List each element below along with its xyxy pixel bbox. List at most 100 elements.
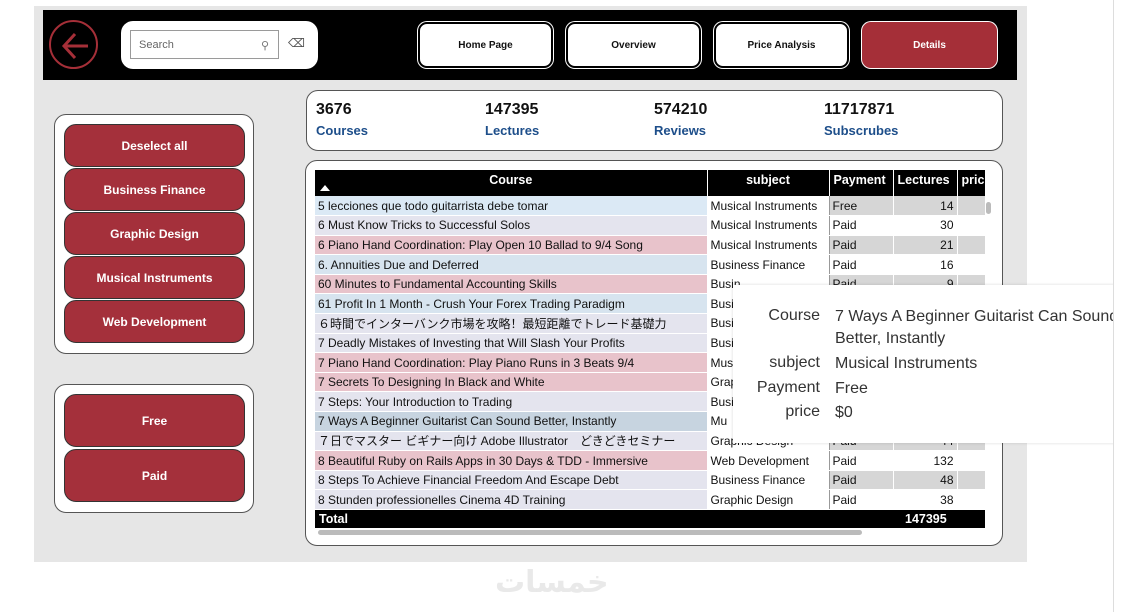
table-row[interactable]: 8 Beautiful Ruby on Rails Apps in 30 Day…: [315, 450, 985, 471]
kpi-label: Subscrubes: [824, 123, 899, 138]
table-total-row: Total 147395: [315, 510, 985, 528]
cell-course: 8 Stunden professionelles Cinema 4D Trai…: [315, 489, 708, 510]
cell-lectures: 132: [893, 450, 958, 471]
search-placeholder: Search: [139, 39, 174, 51]
filter-web-development-button[interactable]: Web Development: [64, 300, 245, 343]
cell-course: ６時間でインターバンク市場を攻略！最短距離でトレード基礎力: [315, 313, 708, 334]
column-header-course[interactable]: Course: [315, 170, 708, 196]
cell-subject: Musical Instruments: [707, 215, 830, 236]
cell-subject: Business Finance: [707, 470, 830, 491]
vertical-scrollbar[interactable]: [986, 202, 991, 214]
filter-label: Business Finance: [103, 182, 206, 197]
tooltip-value: Musical Instruments: [835, 355, 978, 372]
cell-course: 7 Deadly Mistakes of Investing that Will…: [315, 333, 708, 354]
filter-graphic-design-button[interactable]: Graphic Design: [64, 212, 245, 255]
cell-course: 60 Minutes to Fundamental Accounting Ski…: [315, 274, 708, 295]
cell-payment: Paid: [829, 450, 894, 471]
sort-ascending-icon[interactable]: [320, 185, 330, 191]
cell-subject: Business Finance: [707, 254, 830, 275]
column-header-payment[interactable]: Payment: [829, 170, 894, 196]
cell-course: 8 Steps To Achieve Financial Freedom And…: [315, 470, 708, 491]
cell-payment: Paid: [829, 215, 894, 236]
back-button[interactable]: [49, 20, 98, 69]
column-header-price[interactable]: pric: [957, 170, 985, 196]
column-header-lectures[interactable]: Lectures: [893, 170, 958, 196]
cell-course: 6 Piano Hand Coordination: Play Open 10 …: [315, 235, 708, 256]
cell-subject: Musical Instruments: [707, 235, 830, 256]
nav-details-button[interactable]: Details: [862, 22, 997, 68]
kpi-value: 574210: [654, 101, 708, 118]
cell-course: 5 lecciones que todo guitarrista debe to…: [315, 196, 708, 217]
kpi-label: Reviews: [654, 123, 707, 138]
table-row[interactable]: 5 lecciones que todo guitarrista debe to…: [315, 196, 985, 217]
nav-label: Home Page: [458, 39, 513, 51]
deselect-all-button[interactable]: Deselect all: [64, 124, 245, 167]
cell-payment: Paid: [829, 489, 894, 510]
search-icon[interactable]: ⚲: [261, 39, 269, 52]
cell-course: 6. Annuities Due and Deferred: [315, 254, 708, 275]
filter-label: Musical Instruments: [96, 270, 213, 285]
cell-course: 7 Piano Hand Coordination: Play Piano Ru…: [315, 352, 708, 373]
nav-label: Price Analysis: [747, 39, 816, 51]
cell-payment: Paid: [829, 470, 894, 491]
nav-label: Details: [913, 39, 946, 51]
tooltip-key: subject: [769, 354, 820, 371]
cell-payment: Paid: [829, 254, 894, 275]
cell-course: 7 Secrets To Designing In Black and Whit…: [315, 372, 708, 393]
cell-price: $2: [957, 254, 985, 275]
nav-overview-button[interactable]: Overview: [566, 22, 701, 68]
total-label: Total: [319, 512, 348, 526]
subject-filter-panel: Deselect all Business Finance Graphic De…: [54, 114, 254, 354]
filter-label: Web Development: [102, 314, 207, 329]
eraser-icon[interactable]: ⌫: [288, 36, 305, 50]
cell-course: 7 Steps: Your Introduction to Trading: [315, 391, 708, 413]
cell-price: $0: [957, 196, 985, 217]
filter-paid-button[interactable]: Paid: [64, 449, 245, 502]
cell-lectures: 48: [893, 470, 958, 491]
search-slicer: Search ⚲ ⌫: [121, 21, 318, 69]
cell-course: 61 Profit In 1 Month - Crush Your Forex …: [315, 293, 708, 315]
cell-lectures: 21: [893, 235, 958, 256]
cell-price: $3: [957, 215, 985, 236]
nav-home-page-button[interactable]: Home Page: [418, 22, 553, 68]
table-row[interactable]: 8 Stunden professionelles Cinema 4D Trai…: [315, 489, 985, 510]
table-row[interactable]: 6 Piano Hand Coordination: Play Open 10 …: [315, 235, 985, 256]
table-row[interactable]: 6. Annuities Due and Deferred Business Fi…: [315, 254, 985, 275]
cell-lectures: 30: [893, 215, 958, 236]
table-row[interactable]: 6 Must Know Tricks to Successful Solos Mu…: [315, 215, 985, 236]
tooltip-value: Free: [835, 380, 868, 397]
kpi-subscribers: 11717871 Subscrubes: [824, 101, 898, 138]
kpi-value: 11717871: [824, 101, 895, 118]
cell-subject: Musical Instruments: [707, 196, 830, 217]
cell-lectures: 16: [893, 254, 958, 275]
watermark: خمسات: [495, 566, 609, 599]
cell-payment: Free: [829, 196, 894, 217]
filter-label: Paid: [141, 468, 168, 483]
filter-musical-instruments-button[interactable]: Musical Instruments: [64, 256, 245, 299]
cell-payment: Paid: [829, 235, 894, 256]
nav-label: Overview: [611, 39, 656, 51]
cell-price: $6: [957, 235, 985, 256]
horizontal-scrollbar[interactable]: [318, 530, 862, 535]
side-pane-edge: [1113, 0, 1130, 612]
cell-course: ７日でマスター ビギナー向け Adobe Illustrator どきどきセミナ…: [315, 431, 708, 452]
kpi-label: Courses: [316, 123, 369, 138]
search-input[interactable]: Search ⚲: [130, 30, 279, 59]
cell-subject: Graphic Design: [707, 489, 830, 510]
nav-price-analysis-button[interactable]: Price Analysis: [714, 22, 849, 68]
back-arrow-icon: [61, 32, 88, 60]
cell-lectures: 14: [893, 196, 958, 217]
tooltip-value: $0: [835, 404, 853, 421]
table-row[interactable]: 8 Steps To Achieve Financial Freedom And…: [315, 470, 985, 491]
cell-price: $5: [957, 489, 985, 510]
kpi-value: 3676: [316, 101, 352, 118]
payment-filter-panel: Free Paid: [54, 384, 254, 513]
filter-label: Deselect all: [121, 138, 188, 153]
cell-subject: Web Development: [707, 450, 830, 471]
filter-business-finance-button[interactable]: Business Finance: [64, 168, 245, 211]
filter-free-button[interactable]: Free: [64, 394, 245, 447]
column-header-subject[interactable]: subject: [707, 170, 830, 196]
filter-label: Free: [141, 413, 168, 428]
kpi-reviews: 574210 Reviews: [654, 101, 707, 138]
cell-course: 6 Must Know Tricks to Successful Solos: [315, 215, 708, 236]
